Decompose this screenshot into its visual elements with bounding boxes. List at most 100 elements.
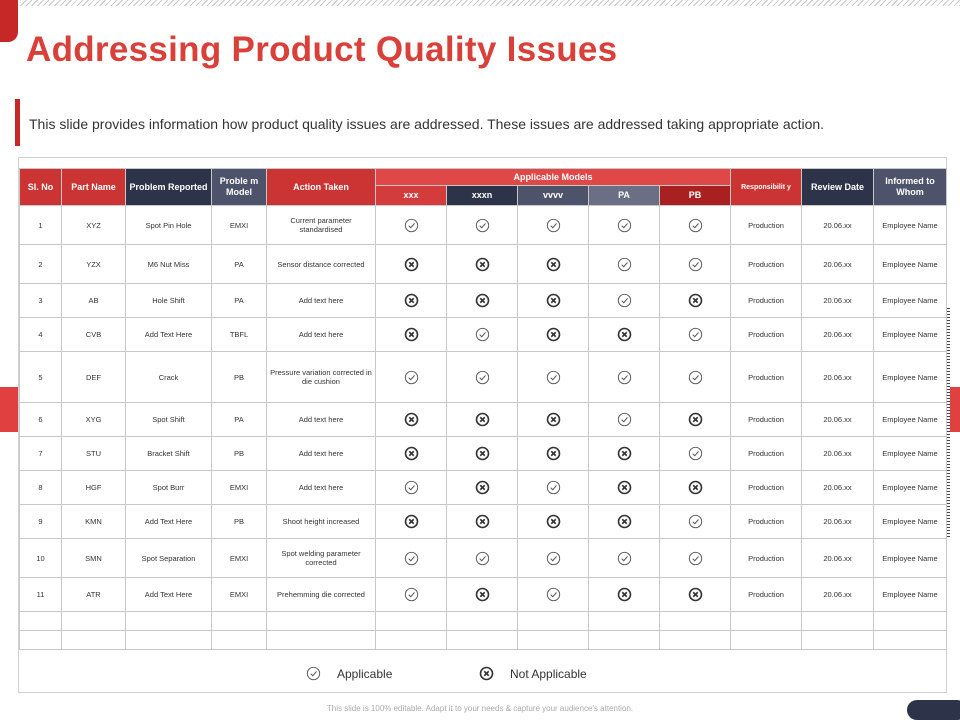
- cell-model-status: [517, 577, 589, 612]
- empty-cell: [658, 611, 732, 631]
- check-circle-icon: [688, 551, 702, 565]
- cell-informed-to-whom: Employee Name: [873, 244, 948, 284]
- cell-sl-no: 9: [19, 504, 62, 539]
- cell-model-status: [446, 205, 518, 245]
- check-circle-icon: [688, 514, 702, 529]
- cell-sl-no: 5: [19, 351, 62, 403]
- cell-model-status: [588, 317, 660, 352]
- cell-problem-model: EMXI: [211, 538, 267, 578]
- top-red-tab: [0, 0, 18, 42]
- empty-cell: [873, 611, 948, 631]
- cell-sl-no: 6: [19, 402, 62, 437]
- cross-circle-icon: [475, 587, 489, 602]
- cell-model-status: [375, 504, 447, 539]
- cell-model-status: [658, 436, 732, 471]
- cell-action-taken: Pressure variation corrected in die cush…: [266, 351, 376, 403]
- cell-informed-to-whom: Employee Name: [873, 317, 948, 352]
- cell-sl-no: 10: [19, 538, 62, 578]
- cell-responsibility: Production: [730, 205, 803, 245]
- cell-model-status: [517, 504, 589, 539]
- cell-part-name: CVB: [61, 317, 126, 352]
- cross-circle-icon: [475, 446, 489, 461]
- legend-not-applicable-label: Not Applicable: [510, 666, 587, 681]
- cell-problem-reported: Hole Shift: [125, 283, 212, 318]
- table-row: 11 ATR Add Text Here EMXI Prehemming die cor…: [19, 577, 948, 612]
- cell-model-status: [517, 436, 589, 471]
- cell-model-status: [375, 577, 447, 612]
- cell-part-name: ATR: [61, 577, 126, 612]
- cross-circle-icon: [404, 446, 418, 461]
- table-row: 5 DEF Crack PB Pressure variation corrected …: [19, 351, 948, 403]
- cell-model-status: [446, 436, 518, 471]
- cross-circle-icon: [479, 666, 494, 681]
- corner-pill-decoration: [907, 700, 960, 720]
- empty-cell: [730, 611, 803, 631]
- cross-circle-icon: [404, 412, 418, 427]
- cell-model-status: [375, 317, 447, 352]
- cell-responsibility: Production: [730, 244, 803, 284]
- cell-model-status: [658, 504, 732, 539]
- cell-problem-reported: Add Text Here: [125, 577, 212, 612]
- table-row: 7 STU Bracket Shift PB Add text here Producti…: [19, 436, 948, 471]
- cross-circle-icon: [546, 412, 560, 427]
- cell-model-status: [517, 470, 589, 505]
- check-circle-icon: [306, 666, 321, 681]
- header-review-date: Review Date: [801, 168, 875, 206]
- cell-action-taken: Add text here: [266, 283, 376, 318]
- cell-responsibility: Production: [730, 470, 803, 505]
- cell-review-date: 20.06.xx: [801, 504, 875, 539]
- cross-circle-icon: [688, 412, 702, 427]
- cell-problem-reported: Spot Pin Hole: [125, 205, 212, 245]
- header-action-taken: Action Taken: [266, 168, 376, 206]
- cell-model-status: [375, 470, 447, 505]
- cell-responsibility: Production: [730, 283, 803, 318]
- cell-responsibility: Production: [730, 402, 803, 437]
- empty-cell: [873, 630, 948, 650]
- empty-cell: [211, 611, 267, 631]
- check-circle-icon: [546, 480, 560, 495]
- cell-model-status: [517, 538, 589, 578]
- header-problem-model: Proble m Model: [211, 168, 267, 206]
- cell-informed-to-whom: Employee Name: [873, 470, 948, 505]
- subtitle-accent-bar: [15, 99, 20, 146]
- header-model-pa: PA: [588, 185, 660, 206]
- header-sl-no: Sl. No: [19, 168, 62, 206]
- check-circle-icon: [475, 218, 489, 232]
- table-row: 8 HGF Spot Burr EMXI Add text here Production…: [19, 470, 948, 505]
- header-responsibility: Responsibilit y: [730, 168, 803, 206]
- cell-action-taken: Shoot height increased: [266, 504, 376, 539]
- cell-model-status: [517, 317, 589, 352]
- cell-problem-model: EMXI: [211, 470, 267, 505]
- cell-model-status: [588, 283, 660, 318]
- table-row: 4 CVB Add Text Here TBFL Add text here Produc…: [19, 317, 948, 352]
- cell-responsibility: Production: [730, 504, 803, 539]
- empty-cell: [61, 611, 126, 631]
- table-row: 9 KMN Add Text Here PB Shoot height increase…: [19, 504, 948, 539]
- empty-cell: [801, 611, 875, 631]
- cell-sl-no: 1: [19, 205, 62, 245]
- cell-action-taken: Spot welding parameter corrected: [266, 538, 376, 578]
- cell-review-date: 20.06.xx: [801, 470, 875, 505]
- cell-sl-no: 2: [19, 244, 62, 284]
- empty-table-row: [19, 611, 948, 631]
- cell-model-status: [446, 283, 518, 318]
- cross-circle-icon: [475, 257, 489, 271]
- cell-sl-no: 4: [19, 317, 62, 352]
- cell-part-name: STU: [61, 436, 126, 471]
- empty-cell: [517, 630, 589, 650]
- table-row: 3 AB Hole Shift PA Add text here Production 20…: [19, 283, 948, 318]
- cell-model-status: [446, 470, 518, 505]
- cell-action-taken: Add text here: [266, 470, 376, 505]
- cell-review-date: 20.06.xx: [801, 436, 875, 471]
- cell-model-status: [446, 577, 518, 612]
- legend-not-applicable: Not Applicable: [479, 666, 587, 681]
- cell-model-status: [375, 205, 447, 245]
- cell-sl-no: 7: [19, 436, 62, 471]
- header-model-xxxn: xxxn: [446, 185, 518, 206]
- cell-model-status: [446, 402, 518, 437]
- empty-cell: [125, 630, 212, 650]
- header-applicable-models: Applicable Models: [374, 168, 732, 186]
- check-circle-icon: [546, 551, 560, 565]
- cell-part-name: SMN: [61, 538, 126, 578]
- header-model-xxx: xxx: [375, 185, 447, 206]
